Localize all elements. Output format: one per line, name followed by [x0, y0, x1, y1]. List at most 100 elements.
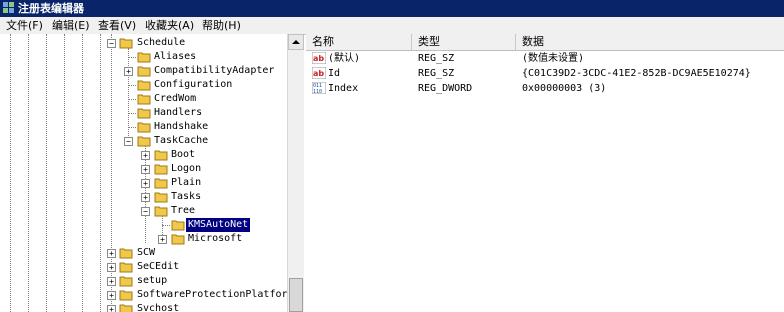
- tree-node-label: setup: [137, 275, 168, 286]
- tree-node-label: SeCEdit: [137, 261, 180, 272]
- folder-icon: [119, 262, 133, 273]
- tree-node-compatibilityadapter[interactable]: + CompatibilityAdapter: [0, 64, 287, 78]
- tree-node-credwom[interactable]: CredWom: [0, 92, 287, 106]
- column-header-name[interactable]: 名称: [306, 34, 412, 50]
- tree-guide: [128, 57, 136, 58]
- collapse-icon[interactable]: −: [107, 39, 116, 48]
- folder-icon: [137, 80, 151, 91]
- tree-node-secedit[interactable]: + SeCEdit: [0, 260, 287, 274]
- expand-icon[interactable]: +: [141, 179, 150, 188]
- tree-node-label: TaskCache: [154, 135, 209, 146]
- tree-node-svchost[interactable]: + Svchost: [0, 302, 287, 312]
- expand-icon[interactable]: +: [107, 291, 116, 300]
- tree-node-kmsautonet[interactable]: KMSAutoNet: [0, 217, 287, 233]
- folder-icon: [137, 122, 151, 133]
- folder-icon: [119, 290, 133, 301]
- tree-node-label: Handlers: [154, 107, 203, 118]
- tree-guide: [162, 225, 170, 226]
- menu-help[interactable]: 帮助(H): [200, 17, 243, 34]
- tree-node-microsoft[interactable]: + Microsoft: [0, 232, 287, 246]
- tree-guide: [128, 113, 136, 114]
- tree-node-setup[interactable]: + setup: [0, 274, 287, 288]
- tree-node-taskcache[interactable]: − TaskCache: [0, 134, 287, 148]
- expand-icon[interactable]: +: [158, 235, 167, 244]
- menu-bar: 文件(F) 编辑(E) 查看(V) 收藏夹(A) 帮助(H): [0, 17, 784, 35]
- values-list[interactable]: 名称 类型 数据 ab (默认) REG_SZ (数值未设置) ab Id RE…: [306, 34, 784, 312]
- folder-icon: [154, 192, 168, 203]
- tree-node-plain[interactable]: + Plain: [0, 176, 287, 190]
- folder-icon: [154, 178, 168, 189]
- menu-favorites[interactable]: 收藏夹(A): [143, 17, 196, 34]
- string-value-icon: ab: [312, 52, 326, 64]
- value-name: (默认): [328, 53, 361, 64]
- tree-node-logon[interactable]: + Logon: [0, 162, 287, 176]
- folder-icon: [137, 108, 151, 119]
- value-type: REG_DWORD: [418, 83, 473, 94]
- folder-icon: [119, 304, 133, 312]
- folder-icon: [137, 66, 151, 77]
- tree-node-label-selected: KMSAutoNet: [184, 217, 252, 233]
- expand-icon[interactable]: +: [124, 67, 133, 76]
- expand-icon[interactable]: +: [107, 277, 116, 286]
- column-header-type[interactable]: 类型: [412, 34, 516, 50]
- tree-node-label: Tasks: [171, 191, 202, 202]
- menu-edit[interactable]: 编辑(E): [50, 17, 92, 34]
- tree-node-configuration[interactable]: Configuration: [0, 78, 287, 92]
- expand-icon[interactable]: +: [107, 305, 116, 312]
- registry-tree[interactable]: − Schedule Aliases + CompatibilityAdapte…: [0, 34, 304, 312]
- tree-node-label: Tree: [171, 205, 196, 216]
- svg-text:ab: ab: [313, 54, 324, 63]
- tree-node-label: SCW: [137, 247, 156, 258]
- folder-icon: [154, 164, 168, 175]
- tree-guide: [128, 127, 136, 128]
- expand-icon[interactable]: +: [141, 193, 150, 202]
- tree-node-label: Logon: [171, 163, 202, 174]
- tree-node-label: Configuration: [154, 79, 233, 90]
- tree-node-handshake[interactable]: Handshake: [0, 120, 287, 134]
- value-data: 0x00000003 (3): [522, 83, 607, 94]
- scroll-thumb[interactable]: [289, 278, 303, 312]
- expand-icon[interactable]: +: [141, 151, 150, 160]
- tree-guide: [128, 85, 136, 86]
- folder-open-icon: [137, 136, 151, 147]
- binary-value-icon: 011110: [312, 82, 326, 94]
- arrow-up-icon: [292, 40, 300, 44]
- folder-open-icon: [119, 38, 133, 49]
- tree-node-tasks[interactable]: + Tasks: [0, 190, 287, 204]
- tree-node-label: CredWom: [154, 93, 197, 104]
- tree-node-aliases[interactable]: Aliases: [0, 50, 287, 64]
- menu-file[interactable]: 文件(F): [4, 17, 45, 34]
- expand-icon[interactable]: +: [141, 165, 150, 174]
- tree-node-scw[interactable]: + SCW: [0, 246, 287, 260]
- tree-node-label: Aliases: [154, 51, 197, 62]
- tree-node-handlers[interactable]: Handlers: [0, 106, 287, 120]
- list-header: 名称 类型 数据: [306, 34, 784, 51]
- value-row-index[interactable]: 011 110 Index REG_DWORD 0x00000003 (3): [306, 81, 784, 96]
- expand-icon[interactable]: +: [107, 249, 116, 258]
- window-title: 注册表编辑器: [18, 2, 84, 15]
- tree-node-tree[interactable]: − Tree: [0, 204, 287, 218]
- collapse-icon[interactable]: −: [141, 207, 150, 216]
- tree-vertical-scrollbar[interactable]: [287, 34, 304, 312]
- tree-node-boot[interactable]: + Boot: [0, 148, 287, 162]
- collapse-icon[interactable]: −: [124, 137, 133, 146]
- tree-node-label: Handshake: [154, 121, 209, 132]
- folder-open-icon: [171, 220, 185, 231]
- column-header-data[interactable]: 数据: [516, 34, 784, 50]
- folder-icon: [154, 150, 168, 161]
- tree-guide: [128, 99, 136, 100]
- tree-node-schedule[interactable]: − Schedule: [0, 36, 287, 50]
- folder-icon: [171, 234, 185, 245]
- tree-node-label: Plain: [171, 177, 202, 188]
- title-bar: 注册表编辑器: [0, 0, 784, 17]
- folder-icon: [119, 276, 133, 287]
- value-row-id[interactable]: ab Id REG_SZ {C01C39D2-3CDC-41E2-852B-DC…: [306, 66, 784, 81]
- expand-icon[interactable]: +: [107, 263, 116, 272]
- scroll-up-button[interactable]: [288, 34, 304, 50]
- value-type: REG_SZ: [418, 53, 455, 64]
- menu-view[interactable]: 查看(V): [96, 17, 138, 34]
- value-row-default[interactable]: ab (默认) REG_SZ (数值未设置): [306, 51, 784, 66]
- value-name: Index: [328, 83, 359, 94]
- svg-text:110: 110: [313, 89, 322, 94]
- tree-node-softwareprotectionplatform[interactable]: + SoftwareProtectionPlatform: [0, 288, 294, 302]
